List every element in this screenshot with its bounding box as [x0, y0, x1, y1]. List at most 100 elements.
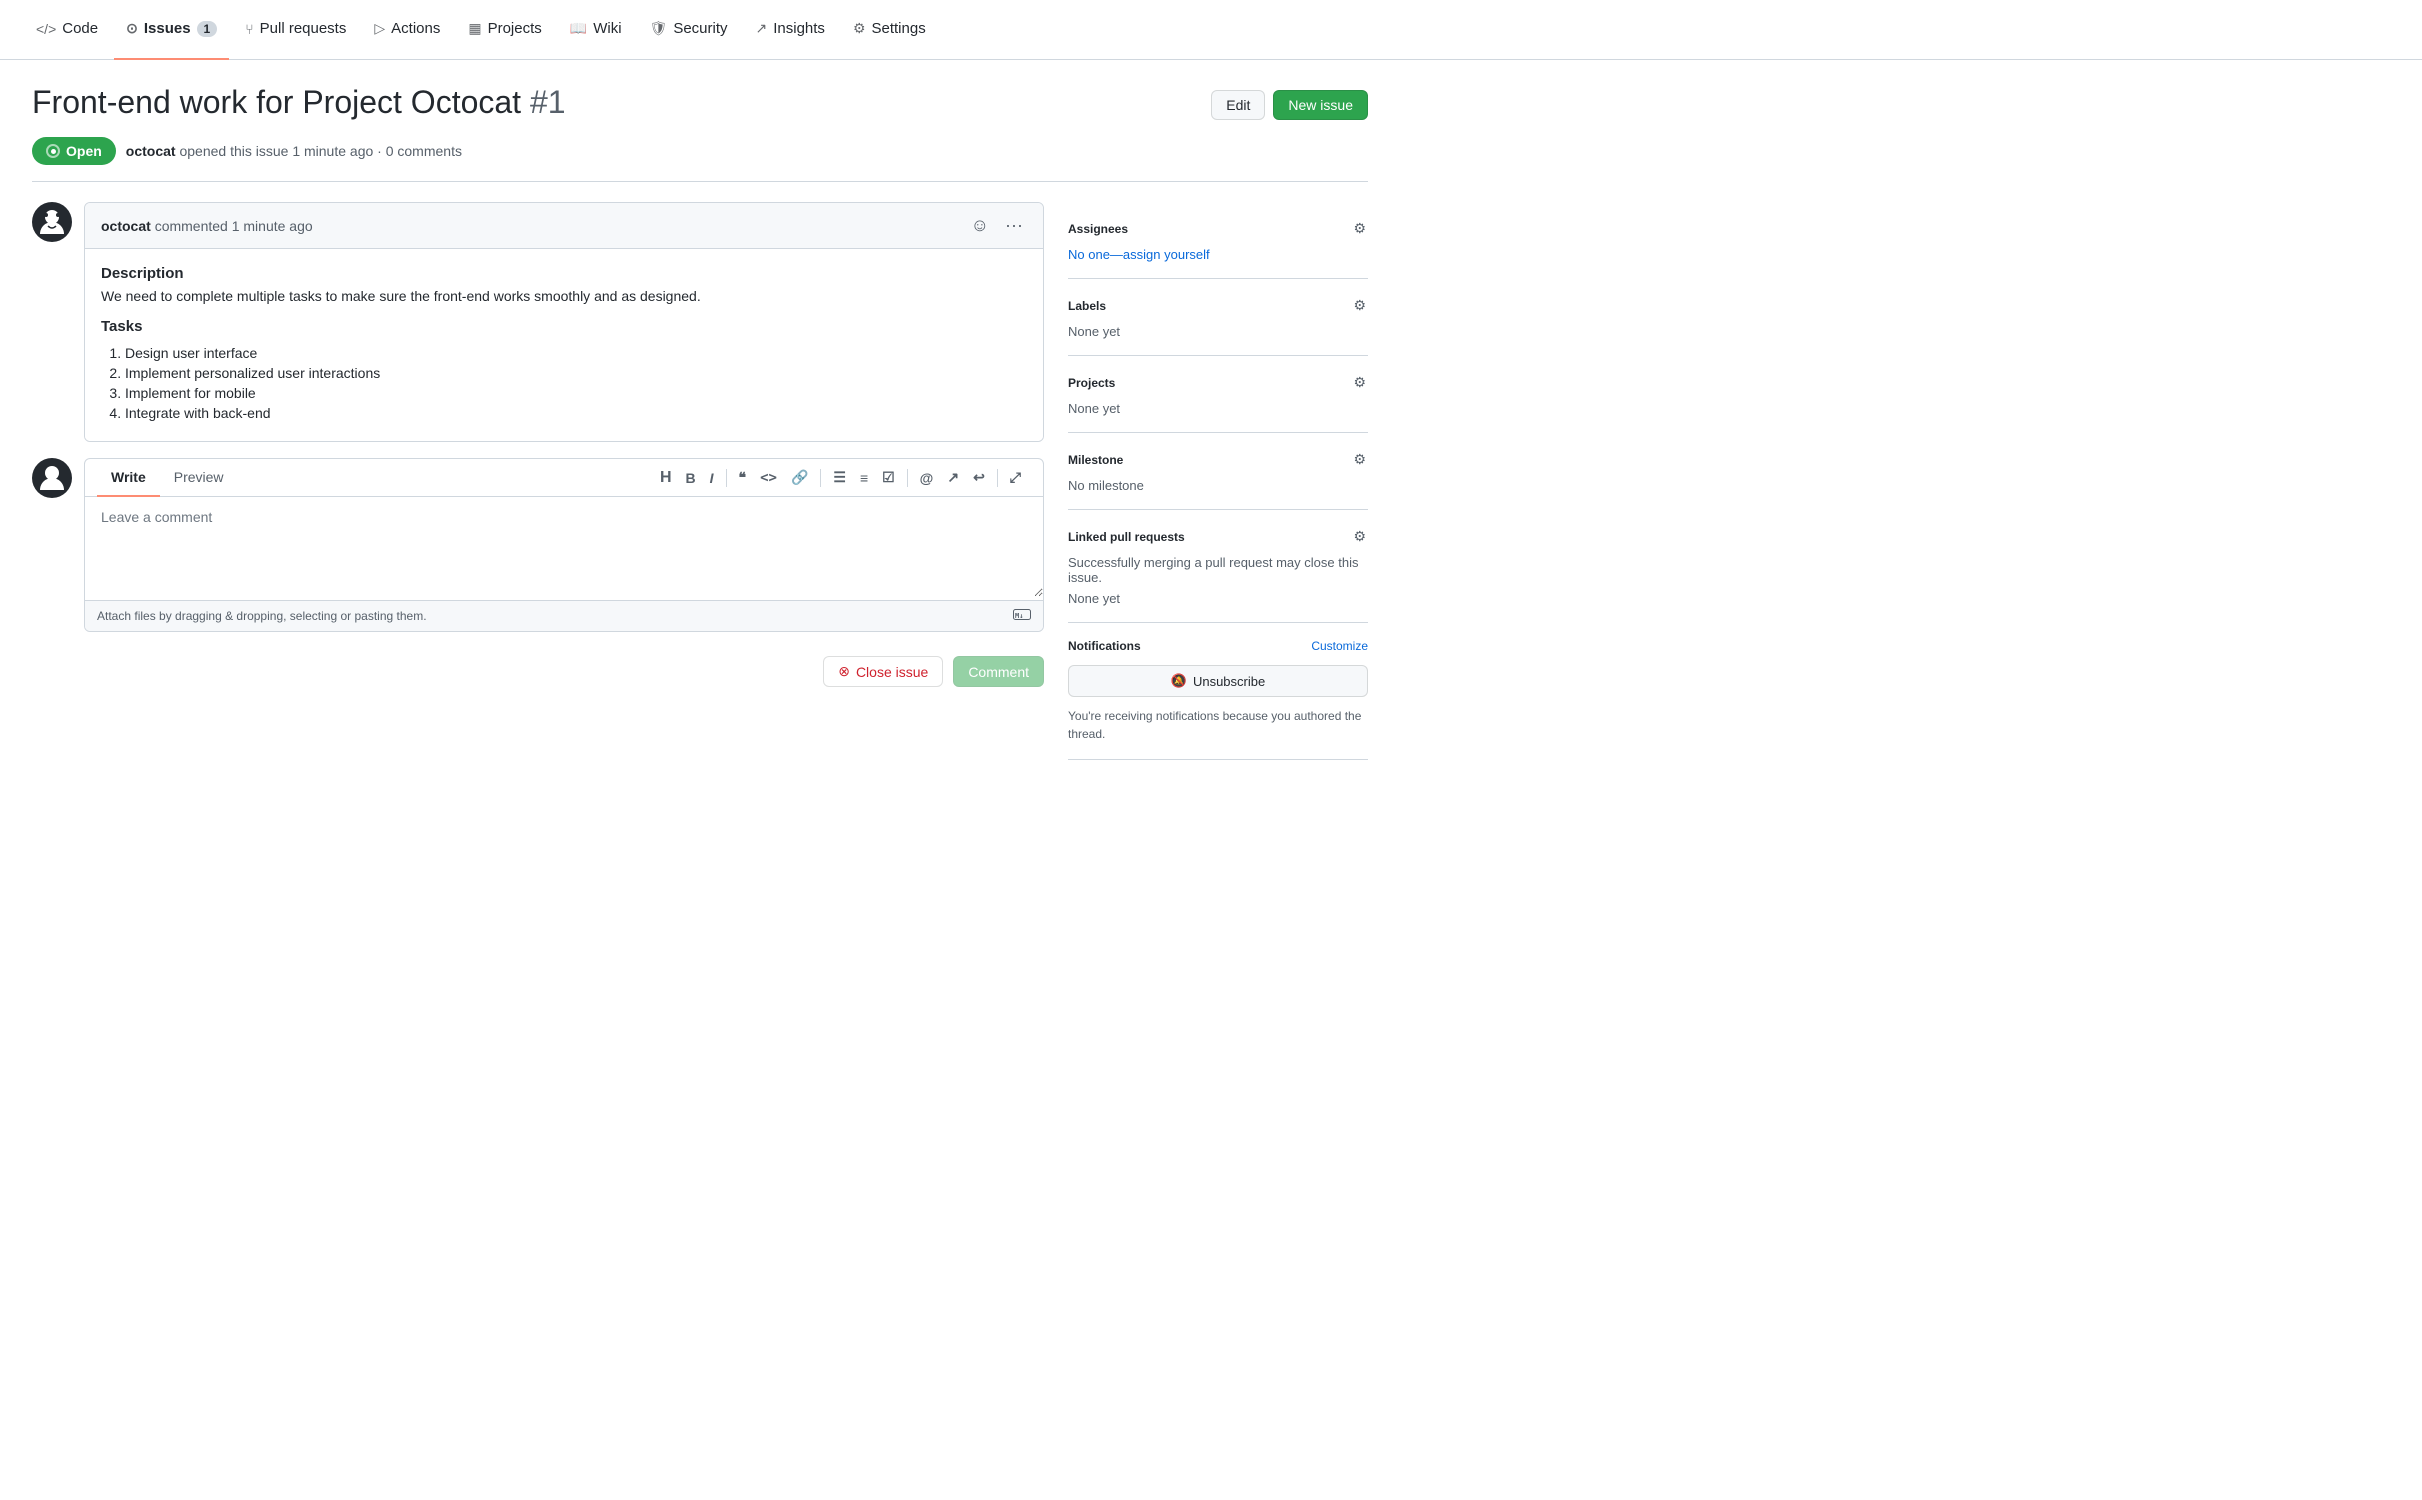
undo-button[interactable]: ↩	[967, 465, 991, 490]
new-issue-button[interactable]: New issue	[1273, 90, 1368, 120]
insights-icon: ↗	[756, 20, 768, 37]
linked-pr-value: None yet	[1068, 591, 1368, 606]
reference-button[interactable]: ↗	[941, 465, 965, 490]
milestone-gear-button[interactable]: ⚙	[1351, 449, 1368, 470]
assignees-gear-button[interactable]: ⚙	[1351, 218, 1368, 239]
reply-box: Write Preview H B I ❝ <> 🔗	[84, 458, 1044, 632]
nav-item-wiki[interactable]: 📖 Wiki	[558, 0, 634, 60]
comment-more-button[interactable]: ···	[1001, 213, 1027, 238]
fullscreen-button[interactable]: ⤢	[1004, 465, 1027, 490]
nav-label-code: Code	[62, 20, 98, 37]
attach-text: Attach files by dragging & dropping, sel…	[97, 609, 427, 623]
tasks-heading: Tasks	[101, 318, 1027, 335]
toolbar-sep-2	[820, 469, 821, 487]
code-button[interactable]: <>	[754, 466, 783, 490]
pull-requests-icon: ⑂	[245, 21, 253, 37]
sidebar: Assignees ⚙ No one—assign yourself Label…	[1068, 202, 1368, 760]
linked-pr-title: Linked pull requests	[1068, 530, 1185, 544]
svg-text:M↓: M↓	[1015, 612, 1023, 620]
milestone-section: Milestone ⚙ No milestone	[1068, 433, 1368, 510]
comment-button[interactable]: Comment	[953, 656, 1044, 687]
linked-pr-section: Linked pull requests ⚙ Successfully merg…	[1068, 510, 1368, 623]
heading-button[interactable]: H	[654, 465, 678, 491]
main-container: Front-end work for Project Octocat #1 Ed…	[0, 60, 1400, 784]
nav-item-pull-requests[interactable]: ⑂ Pull requests	[233, 0, 358, 60]
issues-badge: 1	[197, 21, 218, 37]
nav-item-security[interactable]: 🛡 Security	[638, 0, 740, 60]
action-row: ⊗ Close issue Comment	[32, 648, 1044, 695]
nav-label-security: Security	[673, 20, 727, 37]
nav-item-actions[interactable]: ▷ Actions	[362, 0, 452, 60]
linked-pr-description: Successfully merging a pull request may …	[1068, 555, 1368, 585]
bold-button[interactable]: B	[680, 466, 702, 490]
nav-label-pull-requests: Pull requests	[260, 20, 347, 37]
projects-gear-button[interactable]: ⚙	[1351, 372, 1368, 393]
assignees-text: No one—assign yourself	[1068, 247, 1210, 262]
italic-button[interactable]: I	[704, 466, 720, 490]
link-button[interactable]: 🔗	[785, 465, 814, 490]
projects-section: Projects ⚙ None yet	[1068, 356, 1368, 433]
preview-tab[interactable]: Preview	[160, 459, 238, 497]
nav-label-insights: Insights	[773, 20, 825, 37]
projects-icon: ▦	[468, 20, 481, 37]
linked-pr-header: Linked pull requests ⚙	[1068, 526, 1368, 547]
close-issue-icon: ⊗	[838, 663, 850, 680]
tasks-list: Design user interface Implement personal…	[101, 345, 1027, 421]
numbered-button[interactable]: ≡	[854, 466, 874, 490]
actions-icon: ▷	[374, 20, 385, 37]
toolbar-sep-1	[726, 469, 727, 487]
nav-item-code[interactable]: </> Code	[24, 0, 110, 60]
bullet-button[interactable]: ☰	[827, 465, 852, 490]
labels-title: Labels	[1068, 299, 1106, 313]
milestone-value: No milestone	[1068, 478, 1368, 493]
nav-label-settings: Settings	[872, 20, 926, 37]
customize-link[interactable]: Customize	[1311, 639, 1368, 653]
labels-header: Labels ⚙	[1068, 295, 1368, 316]
mention-button[interactable]: @	[914, 466, 940, 490]
security-icon: 🛡	[650, 20, 668, 37]
comment-header: octocat commented 1 minute ago ☺ ···	[85, 203, 1043, 249]
status-badge: Open	[32, 137, 116, 165]
close-issue-label: Close issue	[856, 664, 928, 680]
assign-yourself-link[interactable]: No one—assign yourself	[1068, 247, 1210, 262]
task-button[interactable]: ☑	[876, 465, 901, 490]
reply-tabs: Write Preview H B I ❝ <> 🔗	[85, 459, 1043, 497]
status-label: Open	[66, 143, 102, 159]
assignees-value: No one—assign yourself	[1068, 247, 1368, 262]
edit-button[interactable]: Edit	[1211, 90, 1265, 120]
emoji-button[interactable]: ☺	[967, 213, 993, 238]
issue-opened-text: opened this issue 1 minute ago · 0 comme…	[179, 143, 462, 159]
commenter-avatar	[32, 202, 72, 242]
notifications-header: Notifications Customize	[1068, 639, 1368, 653]
issue-meta-text: octocat opened this issue 1 minute ago ·…	[126, 143, 462, 159]
content-layout: octocat commented 1 minute ago ☺ ··· Des…	[32, 202, 1368, 760]
linked-pr-gear-button[interactable]: ⚙	[1351, 526, 1368, 547]
labels-section: Labels ⚙ None yet	[1068, 279, 1368, 356]
task-item-4: Integrate with back-end	[125, 405, 1027, 421]
nav-label-issues: Issues	[144, 20, 191, 37]
settings-icon: ⚙	[853, 20, 866, 37]
write-tab[interactable]: Write	[97, 459, 160, 497]
issues-icon: ⊙	[126, 20, 138, 37]
nav-item-projects[interactable]: ▦ Projects	[456, 0, 553, 60]
comment-textarea[interactable]	[85, 497, 1043, 597]
reply-wrapper: Write Preview H B I ❝ <> 🔗	[32, 458, 1044, 632]
unsubscribe-button[interactable]: 🔕 Unsubscribe	[1068, 665, 1368, 697]
comment-wrapper: octocat commented 1 minute ago ☺ ··· Des…	[32, 202, 1044, 442]
nav-item-insights[interactable]: ↗ Insights	[744, 0, 837, 60]
quote-button[interactable]: ❝	[733, 465, 753, 490]
close-issue-button[interactable]: ⊗ Close issue	[823, 656, 943, 687]
projects-title: Projects	[1068, 376, 1115, 390]
header-buttons: Edit New issue	[1211, 84, 1368, 120]
comment-time: commented 1 minute ago	[155, 218, 313, 234]
description-heading: Description	[101, 265, 1027, 282]
projects-header: Projects ⚙	[1068, 372, 1368, 393]
status-dot	[46, 144, 60, 158]
unsubscribe-icon: 🔕	[1171, 673, 1187, 689]
nav-label-projects: Projects	[488, 20, 542, 37]
nav-item-issues[interactable]: ⊙ Issues 1	[114, 0, 229, 60]
task-item-2: Implement personalized user interactions	[125, 365, 1027, 381]
labels-gear-button[interactable]: ⚙	[1351, 295, 1368, 316]
description-text: We need to complete multiple tasks to ma…	[101, 288, 1027, 304]
nav-item-settings[interactable]: ⚙ Settings	[841, 0, 938, 60]
